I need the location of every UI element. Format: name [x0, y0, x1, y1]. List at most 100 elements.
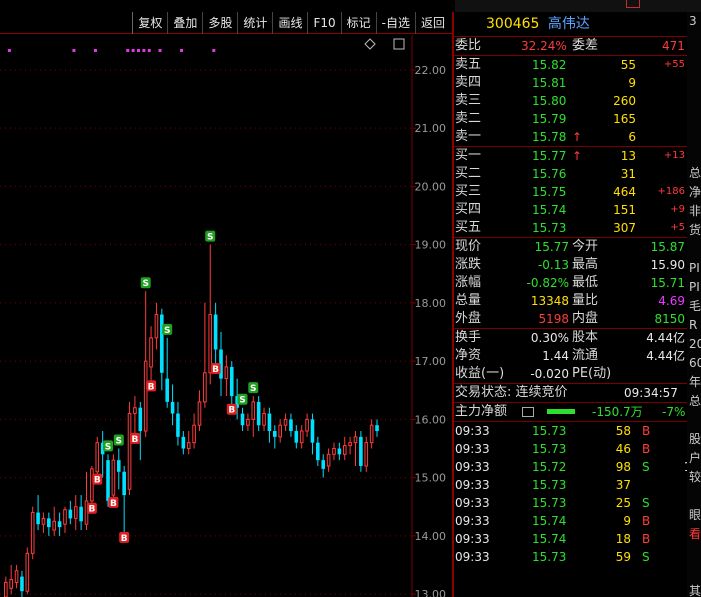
- signal-dot: [131, 49, 135, 52]
- candle-body: [25, 552, 30, 592]
- ask-row[interactable]: 卖二 15.79 165: [454, 110, 687, 128]
- signal-dot: [72, 49, 76, 52]
- stat-value: 13348: [530, 294, 569, 308]
- ask-price: 15.78: [532, 130, 567, 144]
- bid-row[interactable]: 买三 15.75 464 +186: [454, 183, 687, 201]
- ask-row[interactable]: 卖四 15.81 9: [454, 74, 687, 92]
- bid-volume: 13: [620, 149, 636, 163]
- trade-marker-label: B: [110, 499, 117, 509]
- tick-volume: 25: [615, 496, 631, 510]
- tick-volume: 59: [615, 550, 631, 564]
- tick-price: 15.73: [532, 442, 567, 456]
- candle-body: [90, 468, 94, 502]
- ask-row[interactable]: 卖五 15.82 55 +55: [454, 56, 687, 74]
- bid-label: 买四: [455, 202, 482, 217]
- candle-body: [364, 442, 369, 467]
- bid-row[interactable]: 买一 15.77 ↑ 13 +13: [454, 147, 687, 165]
- candle-body: [332, 447, 336, 455]
- stat-row: 外盘 5198 内盘 8150: [454, 310, 687, 328]
- main-flow-row[interactable]: 主力净额 -150.7万 -7%: [454, 403, 687, 421]
- tick-volume: 9: [623, 514, 631, 528]
- trade-marker-label: B: [94, 476, 101, 486]
- stat-value: 8150: [654, 312, 685, 326]
- tick-row: 09:3315.7358B8: [454, 422, 699, 440]
- signal-dot: [212, 49, 216, 52]
- bid-row[interactable]: 买五 15.73 307 +5: [454, 219, 687, 237]
- tick-row: 09:3315.7418B4: [454, 530, 699, 548]
- toolbar-button-2[interactable]: 多股: [202, 12, 237, 34]
- stat2-value: 1.44: [542, 349, 569, 363]
- stat-label: 总量: [455, 293, 482, 308]
- candle-body: [213, 314, 218, 350]
- ask-volume: 55: [620, 58, 636, 72]
- tick-row: 09:3315.7346B5: [454, 440, 699, 458]
- ask-row[interactable]: 卖三 15.80 260: [454, 92, 687, 110]
- y-tick-label: 13.00: [415, 588, 447, 597]
- bid-row[interactable]: 买四 15.74 151 +9: [454, 201, 687, 219]
- candle-body: [9, 579, 13, 589]
- candle-body: [79, 506, 83, 522]
- trade-marker-label: S: [116, 436, 122, 446]
- toolbar-button-7[interactable]: -自选: [375, 12, 415, 34]
- bid-label: 买五: [455, 220, 482, 235]
- ask-volume: 260: [613, 94, 636, 108]
- weicha-value: 471: [662, 39, 685, 53]
- tick-price: 15.73: [532, 496, 567, 510]
- diamond-icon: [364, 38, 376, 50]
- kline-svg[interactable]: 22.00 21.00 20.00 19.00 18.00 17.00 16.00 15.00…: [0, 35, 452, 597]
- stat-value: 15.87: [650, 240, 685, 254]
- candle-body: [289, 419, 293, 432]
- bid-volume: 464: [613, 185, 636, 199]
- toolbar-button-3[interactable]: 统计: [237, 12, 272, 34]
- toolbar-button-0[interactable]: 复权: [132, 12, 167, 34]
- candle-body: [138, 407, 143, 432]
- bid-label: 买三: [455, 184, 482, 199]
- toolbar-button-4[interactable]: 画线: [272, 12, 307, 34]
- candle-body: [256, 401, 261, 426]
- tick-price: 15.73: [532, 550, 567, 564]
- kline-chart[interactable]: 22.00 21.00 20.00 19.00 18.00 17.00 16.00 15.00…: [0, 35, 452, 597]
- stat-row: 总量 13348 量比 4.69: [454, 292, 687, 310]
- toolbar-button-1[interactable]: 叠加: [167, 12, 202, 34]
- tick-price: 15.73: [532, 478, 567, 492]
- candle-body: [154, 314, 159, 339]
- tick-side: B: [642, 514, 651, 528]
- ask-label: 卖一: [455, 129, 482, 144]
- stat-value: -0.82%: [526, 276, 569, 290]
- stat2-label: 换手: [455, 330, 482, 345]
- toolbar-button-6[interactable]: 标记: [340, 12, 376, 34]
- y-tick-label: 20.00: [415, 180, 447, 193]
- candle-body: [337, 448, 342, 455]
- signal-dot: [142, 49, 146, 52]
- list-icon[interactable]: [522, 407, 534, 417]
- stat-label: 现价: [455, 239, 482, 254]
- right-strip-item: 3: [689, 14, 697, 28]
- bid-row[interactable]: 买二 15.76 31: [454, 165, 687, 183]
- right-strip-item: [687, 88, 701, 107]
- tick-volume: 18: [615, 532, 631, 546]
- y-tick-label: 16.00: [415, 413, 447, 426]
- tick-row: 09:3315.7298S10: [454, 458, 699, 476]
- toolbar-button-5[interactable]: F10: [307, 12, 340, 34]
- trade-status-label: 交易状态: 连续竞价: [455, 385, 568, 400]
- tick-time: 09:33: [455, 460, 490, 474]
- window-icon[interactable]: [626, 0, 640, 8]
- right-strip-item: [687, 50, 701, 69]
- toolbar-button-8[interactable]: 返回: [414, 12, 450, 34]
- tick-price: 15.74: [532, 514, 567, 528]
- candle-body: [240, 413, 245, 426]
- stat2-label: 收益(一): [455, 366, 505, 381]
- tick-time: 09:33: [455, 514, 490, 528]
- candle-body: [116, 460, 121, 472]
- right-strip-item: 户: [689, 451, 701, 465]
- candle-body: [106, 460, 110, 501]
- stat-value: 15.71: [650, 276, 685, 290]
- candle-body: [251, 401, 256, 420]
- ask-row[interactable]: 卖一 15.78 ↑ 6: [454, 128, 687, 146]
- ask-change: +55: [663, 59, 685, 70]
- stat-value: 4.69: [658, 294, 685, 308]
- tick-volume: 37: [615, 478, 631, 492]
- candle-body: [176, 413, 180, 437]
- candle-body: [229, 366, 234, 397]
- stat-row: 现价 15.77 今开 15.87: [454, 238, 687, 256]
